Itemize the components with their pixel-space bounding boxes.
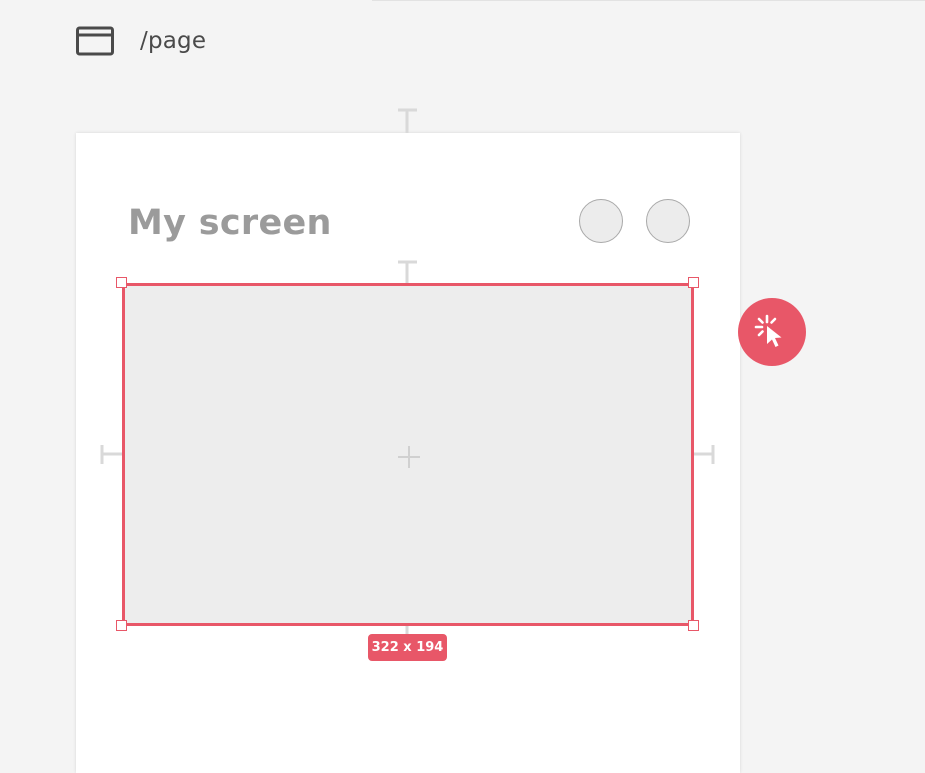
resize-handle-bottom-right[interactable] [688,620,699,631]
resize-handle-top-right[interactable] [688,277,699,288]
center-crosshair-icon [398,446,420,468]
resize-handle-bottom-left[interactable] [116,620,127,631]
resize-handle-top-left[interactable] [116,277,127,288]
click-cursor-icon [754,314,782,347]
selected-placeholder-box[interactable] [122,283,694,626]
size-badge: 322 x 194 [368,634,447,661]
interaction-button[interactable] [738,298,806,366]
selection-overlay: 322 x 194 [0,0,925,758]
